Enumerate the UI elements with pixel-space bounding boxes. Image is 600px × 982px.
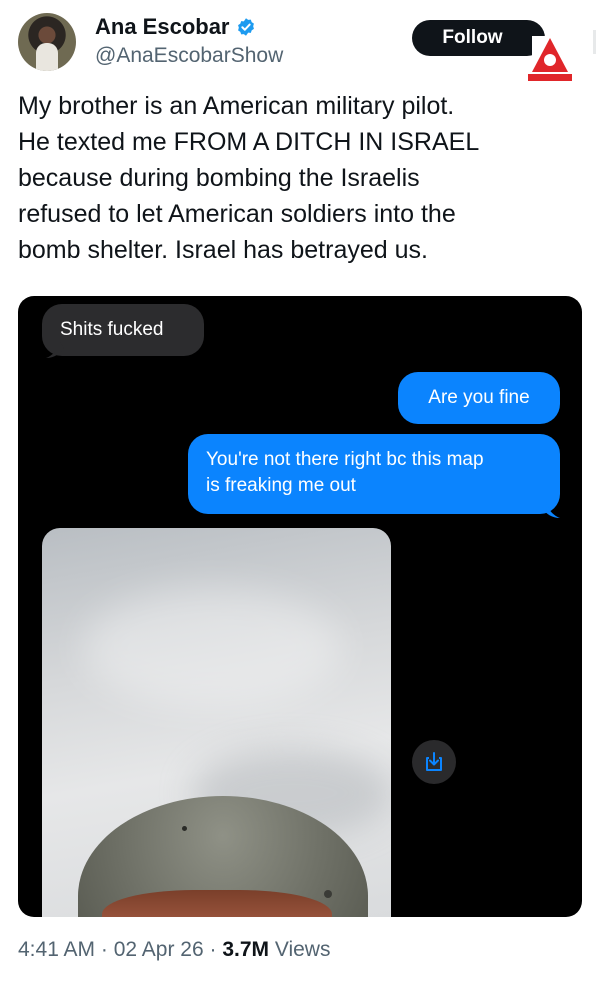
- avatar-figure: [36, 43, 58, 71]
- message-outgoing: You're not there right bc this map is fr…: [188, 434, 560, 514]
- bubble-tail-icon: [46, 342, 64, 358]
- save-photo-button[interactable]: [412, 740, 456, 784]
- more-options-icon[interactable]: [589, 28, 600, 56]
- author-display-name[interactable]: Ana Escobar: [95, 14, 230, 40]
- attached-photo[interactable]: [42, 528, 391, 917]
- follow-button[interactable]: Follow: [412, 20, 545, 56]
- author-name-row: Ana Escobar: [95, 14, 256, 40]
- sky-cloud: [82, 588, 342, 708]
- save-download-icon: [426, 752, 442, 771]
- views-label: Views: [269, 938, 331, 961]
- views-count: 3.7M: [222, 938, 269, 961]
- message-incoming: Shits fucked: [42, 304, 204, 356]
- tweet-date[interactable]: 02 Apr 26: [114, 938, 204, 962]
- tweet-time[interactable]: 4:41 AM: [18, 938, 95, 962]
- verified-badge-icon: [237, 18, 254, 36]
- watermark-logo-icon: [528, 36, 572, 81]
- author-handle[interactable]: @AnaEscobarShow: [95, 44, 283, 68]
- meta-separator: ·: [203, 938, 223, 961]
- helmet-rivet: [324, 890, 332, 898]
- meta-separator: ·: [95, 938, 114, 961]
- bubble-tail-icon: [542, 502, 560, 518]
- message-outgoing: Are you fine: [398, 372, 560, 424]
- helmet-mark: [182, 826, 187, 831]
- tweet-media-screenshot[interactable]: Shits fucked Are you fine You're not the…: [18, 296, 582, 917]
- tweet-meta: 4:41 AM · 02 Apr 26 · 3.7M Views: [18, 938, 330, 962]
- tweet-text: My brother is an American military pilot…: [18, 92, 480, 264]
- author-avatar[interactable]: [18, 13, 76, 71]
